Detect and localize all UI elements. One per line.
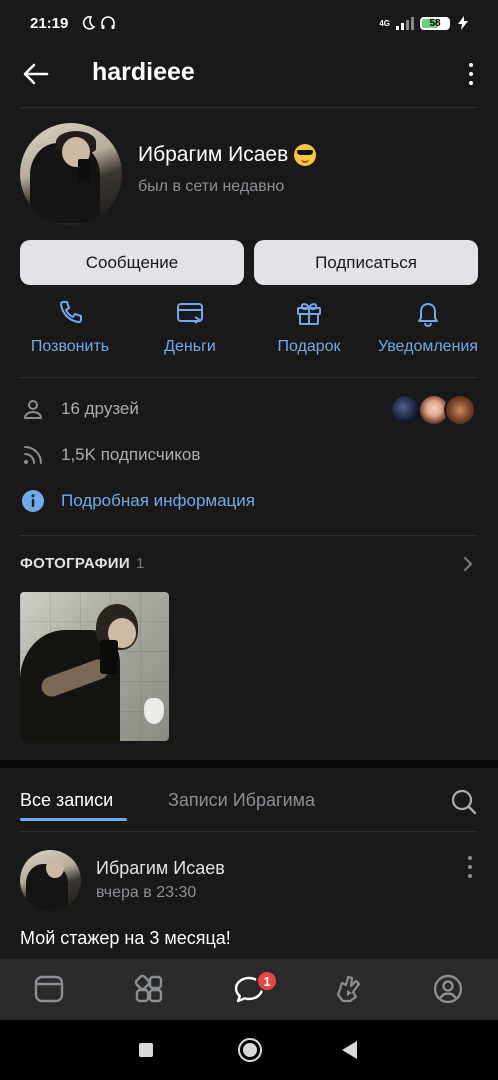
tab-all-posts[interactable]: Все записи (20, 790, 113, 811)
subscribe-button[interactable]: Подписаться (254, 240, 478, 285)
home-icon[interactable] (33, 973, 65, 1005)
post-more-button[interactable] (468, 856, 474, 878)
clips-icon[interactable] (333, 973, 365, 1005)
money-action[interactable]: Деньги (160, 298, 220, 356)
post-text: Мой стажер на 3 месяца! (20, 928, 231, 948)
bottom-tab-bar (0, 959, 498, 1020)
services-icon[interactable] (133, 973, 165, 1005)
details-label: Подробная информация (61, 491, 255, 510)
status-time: 21:19 (30, 14, 69, 32)
photos-count: 1 (135, 555, 145, 572)
network-label: 4G (379, 18, 390, 28)
user-icon (20, 396, 46, 422)
bell-icon (418, 303, 438, 327)
charging-icon (458, 16, 468, 30)
friend-avatars[interactable] (390, 394, 478, 426)
messages-badge: 1 (256, 970, 278, 992)
home-button[interactable] (238, 1038, 262, 1062)
headphones-icon (101, 16, 116, 29)
profile-icon[interactable] (432, 973, 464, 1005)
header: hardieee (0, 48, 498, 100)
divider (20, 107, 478, 108)
divider (20, 535, 478, 536)
back-button[interactable] (20, 58, 52, 90)
post-author-avatar[interactable] (20, 850, 81, 911)
rss-icon (20, 442, 46, 468)
tab-user-posts[interactable]: Записи Ибрагима (168, 790, 315, 811)
more-menu-button[interactable] (464, 60, 478, 88)
recent-apps-button[interactable] (139, 1043, 153, 1057)
photos-header[interactable]: ФОТОГРАФИИ 1 (20, 555, 145, 572)
system-navigation-bar (0, 1020, 498, 1080)
sunglasses-emoji-icon (294, 144, 317, 166)
action-row: Позвонить Деньги Подарок Уведомления (0, 298, 498, 368)
gift-action[interactable]: Подарок (273, 298, 345, 356)
call-action[interactable]: Позвонить (26, 298, 114, 356)
search-icon[interactable] (450, 788, 478, 816)
notifications-action[interactable]: Уведомления (372, 298, 484, 356)
status-bar: 21:19 4G 58 (0, 0, 498, 46)
friends-row[interactable]: 16 друзей (20, 396, 139, 422)
battery-indicator: 58 (420, 16, 450, 30)
section-separator (0, 760, 498, 768)
gift-icon (297, 303, 321, 325)
system-back-button[interactable] (342, 1041, 357, 1059)
info-icon (20, 488, 46, 514)
profile-name: Ибрагим Исаев (138, 143, 317, 167)
post-author[interactable]: Ибрагим Исаев (96, 858, 225, 879)
card-icon (177, 303, 203, 324)
wall-tabs: Все записи Записи Ибрагима (0, 768, 498, 832)
subscribers-row[interactable]: 1,5K подписчиков (20, 442, 200, 468)
post-time: вчера в 23:30 (96, 884, 197, 901)
profile-status: был в сети недавно (138, 178, 285, 195)
page-title: hardieee (92, 58, 195, 86)
message-button[interactable]: Сообщение (20, 240, 244, 285)
active-tab-indicator (20, 818, 127, 821)
friend-avatar (444, 394, 476, 426)
profile-screen: 21:19 4G 58 hardieee Ибрагим Исаев был в… (0, 0, 498, 1080)
details-link[interactable]: Подробная информация (20, 488, 255, 514)
friends-count: 16 друзей (61, 399, 139, 418)
moon-icon (83, 16, 96, 30)
arrow-left-icon (23, 63, 49, 85)
chevron-right-icon[interactable] (462, 555, 474, 573)
photo-thumbnail[interactable] (20, 592, 169, 741)
subscribers-count: 1,5K подписчиков (61, 445, 201, 464)
phone-icon (60, 301, 82, 323)
divider (20, 377, 478, 378)
divider (20, 831, 478, 832)
profile-avatar[interactable] (20, 123, 122, 225)
signal-icon (396, 17, 414, 30)
